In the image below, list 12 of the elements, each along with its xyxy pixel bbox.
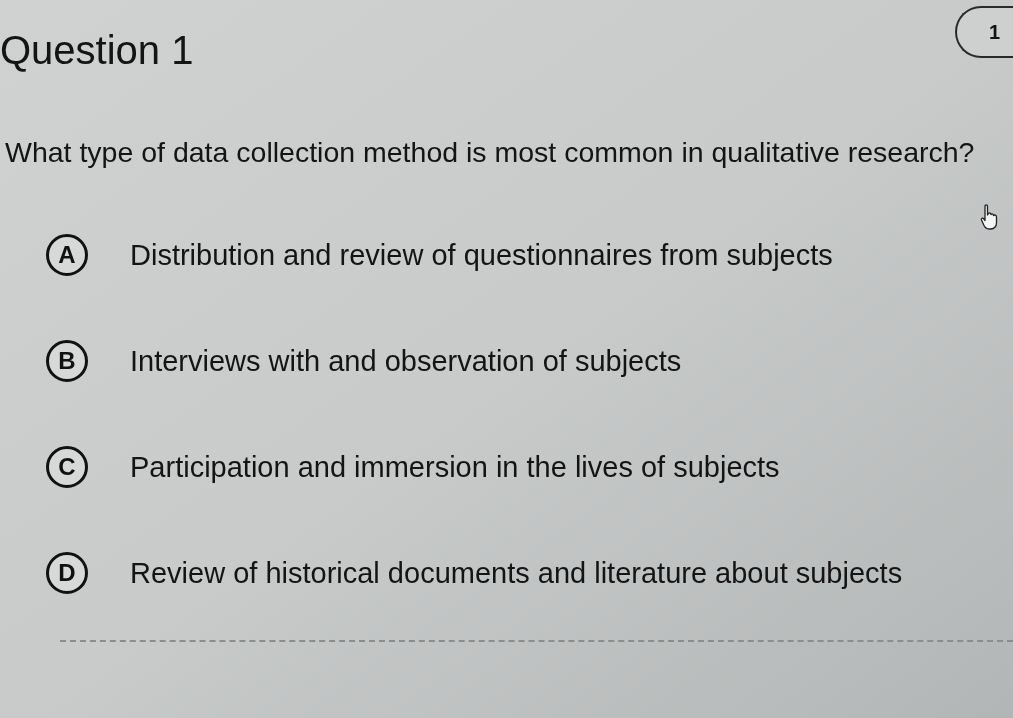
answer-option[interactable]: D Review of historical documents and literature about subjects — [46, 552, 903, 594]
option-letter: A — [46, 234, 88, 276]
option-letter: D — [46, 552, 88, 594]
points-badge: 1 — [955, 6, 1013, 58]
option-letter: C — [46, 446, 88, 488]
answer-option[interactable]: A Distribution and review of questionnaires from subjects — [46, 234, 833, 276]
answer-option[interactable]: C Participation and immersion in the lives of subjects — [46, 446, 780, 488]
answer-option[interactable]: B Interviews with and observation of subjects — [46, 340, 682, 382]
hand-pointer-icon — [980, 204, 1000, 230]
option-letter: B — [46, 340, 88, 382]
question-title: Question 1 — [0, 27, 194, 74]
question-text: What type of data collection method is most common in qualitative research? — [4, 135, 976, 170]
